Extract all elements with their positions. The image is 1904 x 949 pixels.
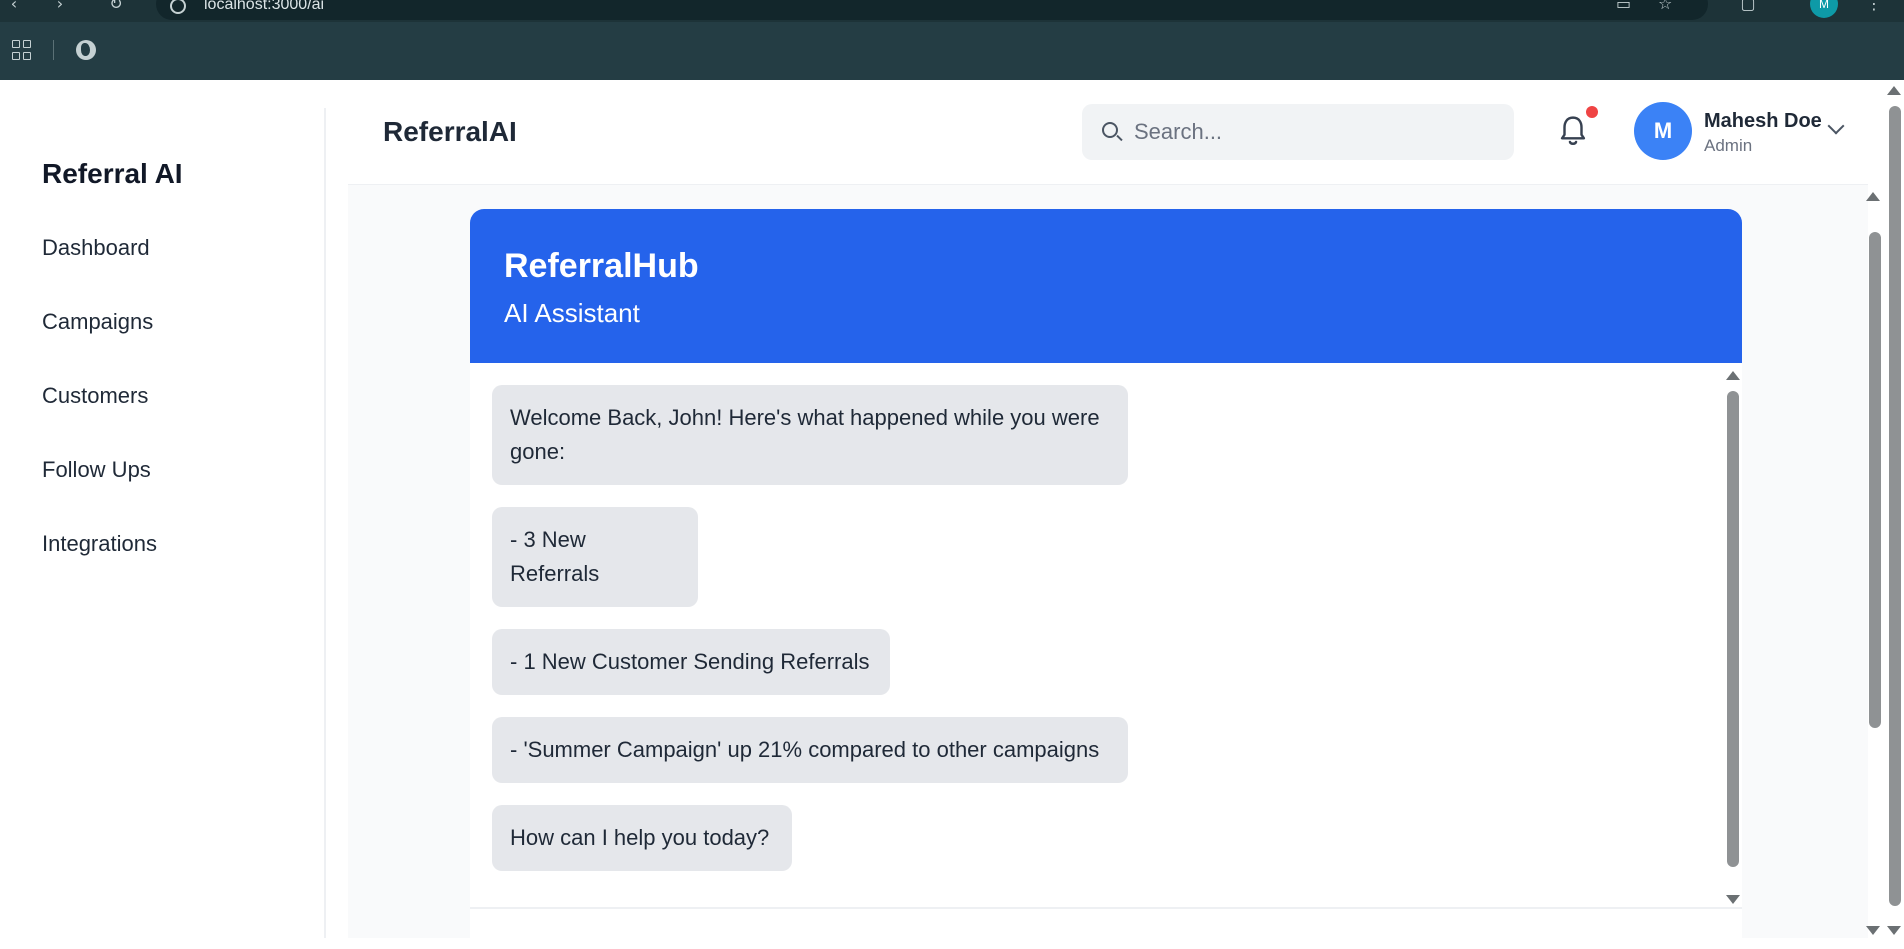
scroll-down-arrow[interactable]	[1866, 926, 1880, 935]
message-list[interactable]: Welcome Back, John! Here's what happened…	[470, 363, 1742, 909]
bell-icon[interactable]	[1558, 114, 1588, 148]
app: Referral AI Dashboard Campaigns Customer…	[0, 80, 1904, 949]
scroll-down-arrow[interactable]	[1887, 926, 1901, 935]
user-role: Admin	[1704, 136, 1753, 155]
scroll-down-arrow[interactable]	[1726, 895, 1740, 904]
scroll-thumb[interactable]	[1727, 391, 1739, 867]
assistant-message: Welcome Back, John! Here's what happened…	[492, 385, 1128, 485]
assistant-message: - 1 New Customer Sending Referrals	[492, 629, 890, 695]
scroll-up-arrow[interactable]	[1726, 371, 1740, 380]
scroll-thumb[interactable]	[1869, 232, 1881, 728]
sidebar-item-follow-ups[interactable]: Follow Ups	[42, 454, 157, 528]
screen-icon[interactable]: ▭	[1616, 0, 1631, 13]
main-scrollbar[interactable]	[1862, 184, 1884, 938]
notification-badge	[1586, 106, 1598, 118]
globe-icon[interactable]	[76, 40, 96, 60]
chat-subtitle: AI Assistant	[504, 298, 640, 328]
url-text[interactable]: localhost:3000/ai	[204, 0, 324, 14]
scroll-up-arrow[interactable]	[1887, 86, 1901, 95]
chat-title: ReferralHub	[504, 247, 699, 285]
site-info-icon[interactable]	[170, 0, 186, 14]
forward-icon[interactable]: ›	[48, 0, 72, 16]
sidebar-nav: Dashboard Campaigns Customers Follow Ups…	[42, 232, 157, 602]
assistant-message: - 'Summer Campaign' up 21% compared to o…	[492, 717, 1128, 783]
browser-chrome: ‹ › ↻ localhost:3000/ai ▭ ☆ ▢ M ⋮	[0, 0, 1904, 80]
sidebar-item-dashboard[interactable]: Dashboard	[42, 232, 157, 306]
chat-panel: ReferralHub AI Assistant Welcome Back, J…	[470, 209, 1742, 949]
back-icon[interactable]: ‹	[2, 0, 26, 16]
page-title: ReferralAI	[383, 116, 517, 147]
bookmarks-bar	[0, 32, 1904, 68]
search-box[interactable]	[1082, 104, 1514, 160]
scroll-thumb[interactable]	[1889, 106, 1901, 906]
search-icon	[1102, 122, 1118, 138]
scroll-up-arrow[interactable]	[1866, 192, 1880, 201]
star-icon[interactable]: ☆	[1658, 0, 1672, 13]
assistant-message: - 3 New Referrals	[492, 507, 698, 607]
reload-icon[interactable]: ↻	[104, 0, 128, 16]
bookmarks-divider	[53, 40, 54, 60]
chat-header: ReferralHub AI Assistant	[470, 209, 1742, 363]
page-scrollbar[interactable]	[1884, 80, 1904, 938]
message-scrollbar[interactable]	[1722, 363, 1742, 909]
user-name: Mahesh Doe	[1704, 110, 1822, 132]
apps-icon[interactable]	[12, 40, 32, 60]
sidebar-item-integrations[interactable]: Integrations	[42, 528, 157, 602]
sidebar-item-customers[interactable]: Customers	[42, 380, 157, 454]
sidebar: Referral AI Dashboard Campaigns Customer…	[8, 108, 326, 938]
top-bar: ReferralAI M Mahesh Doe Admin	[328, 80, 1876, 184]
avatar[interactable]: M	[1634, 102, 1692, 160]
sidebar-item-campaigns[interactable]: Campaigns	[42, 306, 157, 380]
main-content: ReferralHub AI Assistant Welcome Back, J…	[348, 184, 1868, 949]
search-input[interactable]	[1134, 104, 1494, 160]
chevron-down-icon[interactable]	[1827, 117, 1845, 135]
extensions-icon[interactable]: ▢	[1736, 0, 1760, 16]
menu-icon[interactable]: ⋮	[1862, 0, 1886, 16]
sidebar-brand: Referral AI	[42, 158, 183, 189]
address-bar[interactable]: localhost:3000/ai ▭ ☆	[156, 0, 1708, 20]
assistant-message: How can I help you today?	[492, 805, 792, 871]
